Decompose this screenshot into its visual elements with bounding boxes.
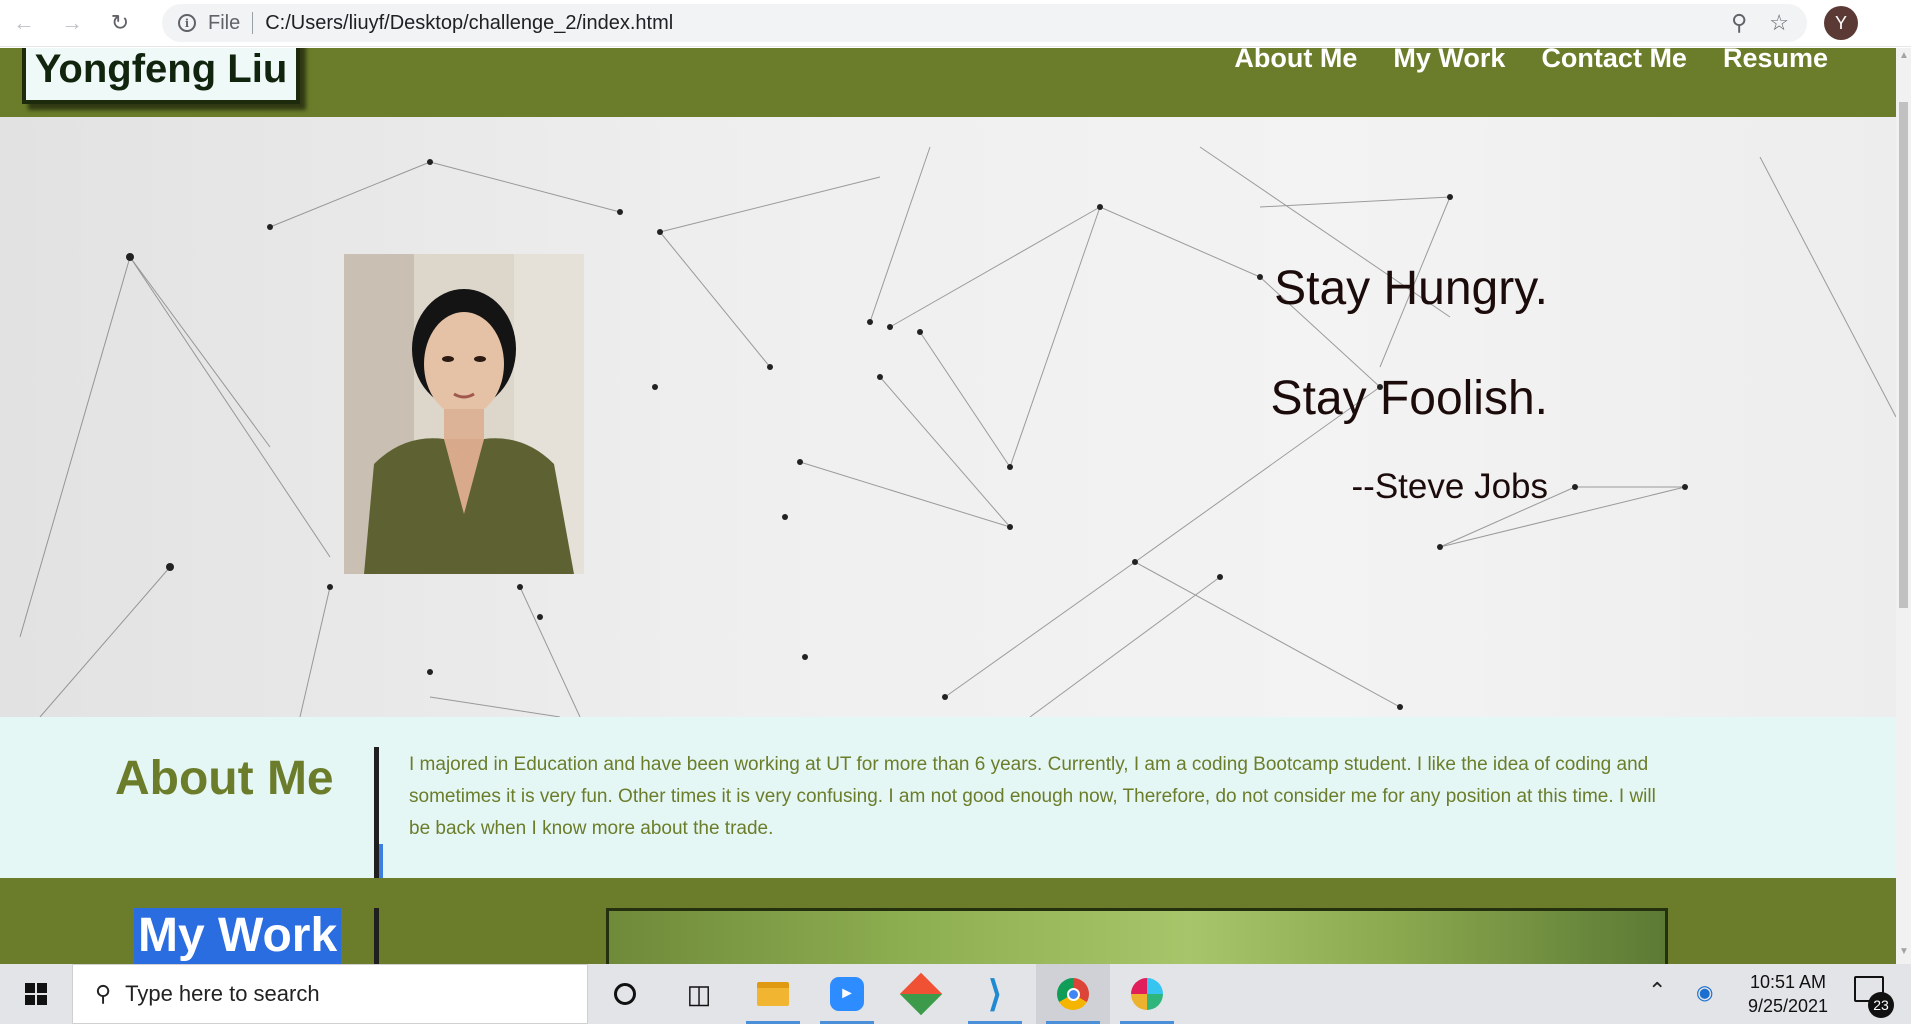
work-section: My Work xyxy=(0,878,1896,964)
folder-icon xyxy=(757,982,789,1006)
vscode-button[interactable]: ⟩ xyxy=(958,964,1032,1024)
task-view-button[interactable]: ◫ xyxy=(662,964,736,1024)
page-scrollbar[interactable]: ▲ ▼ xyxy=(1896,48,1911,964)
slack-button[interactable] xyxy=(1110,964,1184,1024)
zoom-icon[interactable]: ⚲ xyxy=(1731,10,1747,36)
search-placeholder: Type here to search xyxy=(125,981,320,1006)
zoom-app-icon: ► xyxy=(830,977,864,1011)
taskbar-search-box[interactable]: ⚲ Type here to search xyxy=(72,964,588,1024)
about-heading: About Me xyxy=(115,752,334,805)
about-divider-accent xyxy=(379,844,383,878)
hero-section: Stay Hungry. Stay Foolish. --Steve Jobs xyxy=(0,117,1896,717)
nav-my-work[interactable]: My Work xyxy=(1393,48,1505,72)
scroll-up-arrow-icon[interactable]: ▲ xyxy=(1899,50,1909,61)
forward-button[interactable]: → xyxy=(48,0,96,47)
forward-arrow-icon: → xyxy=(61,10,83,35)
taskbar-clock[interactable]: 10:51 AM 9/25/2021 xyxy=(1740,970,1836,1018)
quote-author: --Steve Jobs xyxy=(1351,467,1548,506)
about-paragraph: I majored in Education and have been wor… xyxy=(409,754,1656,839)
task-view-icon: ◫ xyxy=(686,978,712,1009)
info-icon[interactable]: i xyxy=(178,14,196,32)
network-status-icon[interactable]: ◉ xyxy=(1696,980,1713,1005)
windows-taskbar: ⚲ Type here to search ◫ ► ⟩ ⌃ ◉ 10:51 AM… xyxy=(0,964,1911,1024)
profile-avatar[interactable]: Y xyxy=(1824,6,1858,40)
url-text[interactable]: C:/Users/liuyf/Desktop/challenge_2/index… xyxy=(265,12,673,35)
scroll-thumb[interactable] xyxy=(1899,102,1908,608)
site-header: Yongfeng Liu About Me My Work Contact Me… xyxy=(0,48,1896,117)
address-bar[interactable]: i File C:/Users/liuyf/Desktop/challenge_… xyxy=(162,4,1807,42)
profile-photo xyxy=(344,254,584,574)
cortana-button[interactable] xyxy=(588,964,662,1024)
work-project-image[interactable] xyxy=(606,908,1668,964)
clock-time: 10:51 AM xyxy=(1749,972,1827,992)
git-app-icon xyxy=(899,972,943,1016)
address-separator xyxy=(252,12,254,34)
nav-resume[interactable]: Resume xyxy=(1723,48,1828,72)
notification-count-badge: 23 xyxy=(1868,992,1894,1018)
tray-chevron-up-icon[interactable]: ⌃ xyxy=(1648,978,1666,1004)
quote-line-1: Stay Hungry. xyxy=(1274,262,1548,315)
main-nav: About Me My Work Contact Me Resume xyxy=(1234,48,1828,72)
scroll-down-arrow-icon[interactable]: ▼ xyxy=(1899,946,1909,957)
search-icon: ⚲ xyxy=(95,981,112,1006)
network-background xyxy=(19,146,1896,717)
windows-logo-icon xyxy=(25,983,47,1005)
file-explorer-button[interactable] xyxy=(736,964,810,1024)
scheme-label: File xyxy=(208,11,241,34)
logo-box: Yongfeng Liu xyxy=(22,48,300,104)
work-heading: My Work xyxy=(134,908,342,964)
chrome-button[interactable] xyxy=(1036,964,1110,1024)
clock-date: 9/25/2021 xyxy=(1747,996,1829,1016)
reload-button[interactable]: ↻ xyxy=(96,0,144,47)
work-divider xyxy=(374,908,379,964)
vscode-icon: ⟩ xyxy=(987,973,1003,1014)
start-button[interactable] xyxy=(0,964,72,1024)
chrome-icon xyxy=(1057,978,1089,1010)
page-content: Yongfeng Liu About Me My Work Contact Me… xyxy=(0,48,1896,964)
page-viewport: Yongfeng Liu About Me My Work Contact Me… xyxy=(0,48,1911,964)
browser-toolbar: ← → ↻ i File C:/Users/liuyf/Desktop/chal… xyxy=(0,0,1911,47)
slack-icon xyxy=(1131,978,1163,1010)
quote-line-2: Stay Foolish. xyxy=(1270,372,1548,425)
nav-about-me[interactable]: About Me xyxy=(1234,48,1357,72)
reload-icon: ↻ xyxy=(110,10,130,35)
nav-contact-me[interactable]: Contact Me xyxy=(1541,48,1687,72)
bookmark-star-icon[interactable]: ☆ xyxy=(1769,10,1789,36)
back-button[interactable]: ← xyxy=(0,0,48,47)
about-section: About Me I majored in Education and have… xyxy=(0,717,1896,878)
zoom-app-button[interactable]: ► xyxy=(810,964,884,1024)
cortana-icon xyxy=(614,983,636,1005)
site-logo: Yongfeng Liu xyxy=(34,48,288,91)
back-arrow-icon: ← xyxy=(13,10,35,35)
profile-initial: Y xyxy=(1834,12,1847,33)
git-app-button[interactable] xyxy=(884,964,958,1024)
